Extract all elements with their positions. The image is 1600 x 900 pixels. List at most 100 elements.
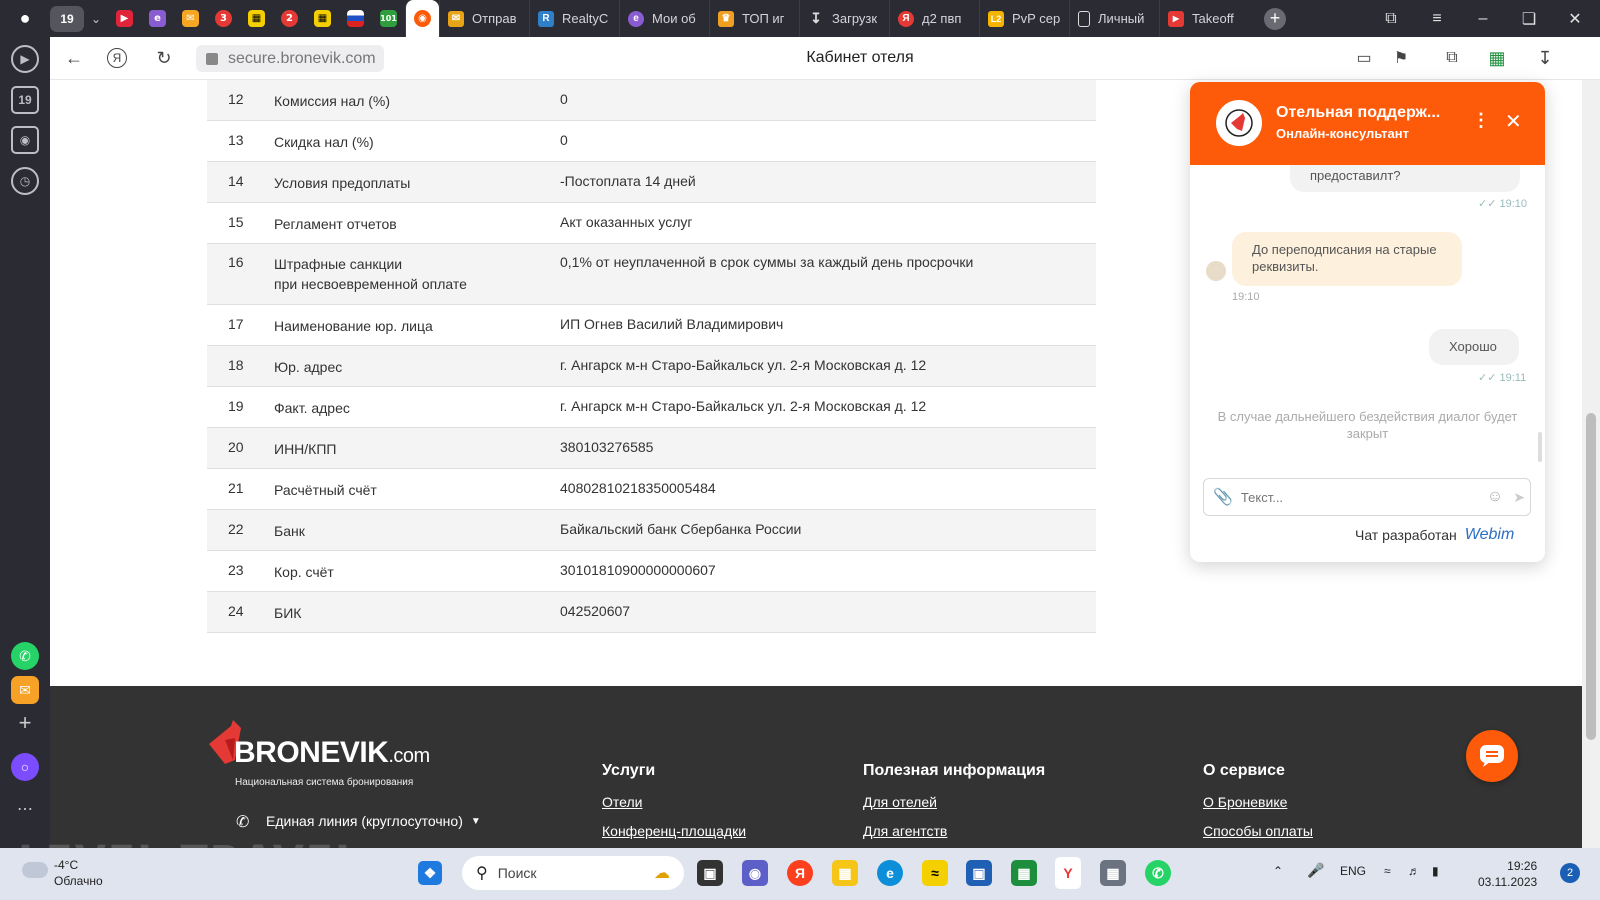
tab-8[interactable]: ▶ Takeoff	[1159, 0, 1249, 37]
extension-icon[interactable]: ▭	[1352, 46, 1376, 70]
app-icon[interactable]: ≈	[922, 860, 948, 886]
wifi-icon[interactable]: ≈	[1384, 864, 1391, 878]
chat-open-button[interactable]	[1466, 730, 1518, 782]
yandex-browser-icon[interactable]: Y	[1055, 857, 1081, 889]
camera-icon[interactable]: ◉	[11, 126, 39, 154]
youtube-icon: ▶	[1168, 10, 1184, 27]
alice-icon[interactable]: ○	[11, 753, 39, 781]
tab-1[interactable]: R RealtyC	[529, 0, 619, 37]
pinned-tab-yellow2[interactable]: ▦	[306, 0, 339, 37]
row-number: 21	[228, 480, 244, 496]
pinned-tab-2[interactable]: 2	[273, 0, 306, 37]
clock[interactable]: 19:26 03.11.2023	[1478, 858, 1537, 890]
pinned-tab-mail[interactable]: ✉	[174, 0, 207, 37]
reload-icon[interactable]: ↻	[152, 46, 176, 70]
row-label-line: Банк	[274, 523, 305, 539]
folder-icon[interactable]: ▦	[832, 860, 858, 886]
whatsapp-icon[interactable]: ✆	[11, 642, 39, 670]
tab-5[interactable]: Яд2 пвп	[889, 0, 979, 37]
store-icon[interactable]: ▣	[966, 860, 992, 886]
downloads-icon[interactable]: ↧	[1533, 46, 1557, 70]
webim-logo[interactable]: Webim	[1465, 526, 1515, 544]
tab-2[interactable]: e Мои об	[619, 0, 709, 37]
logo-text[interactable]: BRONEVIK.com	[234, 736, 430, 770]
pinned-tab-yellow[interactable]: ▦	[240, 0, 273, 37]
pinned-tab-3[interactable]: 3	[207, 0, 240, 37]
tab-3[interactable]: ♛ ТОП иг	[709, 0, 799, 37]
message-in: До переподписания на старые реквизиты.	[1232, 232, 1462, 286]
back-icon[interactable]: ←	[62, 46, 86, 70]
pinned-tab-e[interactable]: e	[141, 0, 174, 37]
footer-link[interactable]: Способы оплаты	[1203, 823, 1313, 839]
row-value: г. Ангарск м-н Старо-Байкальск ул. 2-я М…	[560, 357, 927, 373]
edge-icon[interactable]: e	[877, 860, 903, 886]
tab-6[interactable]: L2 PvP сер	[979, 0, 1069, 37]
emoji-icon[interactable]: ☺	[1487, 488, 1503, 506]
collections-icon[interactable]: ⧉	[1368, 0, 1414, 37]
add-icon[interactable]: +	[11, 709, 39, 737]
microphone-icon[interactable]: 🎤	[1307, 862, 1324, 879]
minimize-button[interactable]: –	[1460, 0, 1506, 37]
close-window-button[interactable]: ✕	[1552, 0, 1598, 37]
profile-icon[interactable]: ●	[0, 0, 50, 37]
bookmark-icon[interactable]: ⚑	[1389, 46, 1413, 70]
mail-icon[interactable]: ✉	[11, 676, 39, 704]
teams-icon[interactable]: ◉	[742, 860, 768, 886]
send-icon[interactable]: ➤	[1513, 489, 1525, 506]
tab-list-chevron-icon[interactable]: ⌄	[84, 12, 108, 26]
task-view-icon[interactable]: ▣	[697, 860, 723, 886]
tab-7[interactable]: Личный	[1069, 0, 1159, 37]
row-label-line: Наименование юр. лица	[274, 318, 433, 334]
sheets-icon[interactable]: ▦	[1011, 860, 1037, 886]
pinned-tab-flag[interactable]	[339, 0, 372, 37]
restore-button[interactable]: ❏	[1506, 0, 1552, 37]
tab-0[interactable]: ✉ Отправ	[439, 0, 529, 37]
tab-4[interactable]: ↧ Загрузк	[799, 0, 889, 37]
footer-link[interactable]: О Броневике	[1203, 794, 1313, 810]
chat-text-input[interactable]	[1240, 489, 1481, 505]
start-icon[interactable]: ❖	[418, 861, 442, 885]
footer-link[interactable]: Конференц-площадки	[602, 823, 746, 839]
phone-line-dropdown[interactable]: ✆ Единая линия (круглосуточно) ▼	[236, 812, 481, 831]
taskbar-search[interactable]: ⚲ Поиск ☁	[462, 856, 684, 890]
chat-messages[interactable]: предоставилт? ✓✓ 19:10 До переподписания…	[1190, 165, 1545, 463]
more-icon[interactable]: ⋯	[11, 795, 39, 823]
scrollbar-thumb[interactable]	[1586, 413, 1596, 740]
calendar-19-icon[interactable]: 19	[11, 86, 39, 114]
whatsapp-icon[interactable]: ✆	[1145, 860, 1171, 886]
chat-close-icon[interactable]: ✕	[1505, 109, 1522, 134]
chat-menu-icon[interactable]: ⋮	[1472, 110, 1490, 131]
url-field[interactable]: secure.bronevik.com	[196, 45, 384, 72]
menu-icon[interactable]: ≡	[1414, 0, 1460, 37]
page-scrollbar[interactable]	[1582, 80, 1600, 848]
row-value: Акт оказанных услуг	[560, 214, 693, 230]
footer-link[interactable]: Отели	[602, 794, 746, 810]
calculator-icon[interactable]: ▦	[1100, 860, 1126, 886]
sheets-icon[interactable]: ▦	[1485, 46, 1509, 70]
yandex-icon[interactable]: Я	[787, 860, 813, 886]
tab-active-bronevik[interactable]: ◉	[405, 0, 439, 37]
battery-icon[interactable]: ▮	[1432, 864, 1439, 878]
tray-chevron-icon[interactable]: ⌃	[1273, 864, 1283, 878]
chat-input-field[interactable]: 📎 ☺ ➤	[1203, 478, 1531, 516]
chat-scrollbar[interactable]	[1538, 432, 1542, 462]
collections-icon[interactable]: ⧉	[1440, 46, 1464, 70]
browser-sidebar: ▶ 19 ◉ ◷ ✆ ✉ + ○ ⋯	[0, 37, 50, 848]
row-label-line: Факт. адрес	[274, 400, 350, 416]
pinned-tab-video[interactable]: ▶	[108, 0, 141, 37]
new-tab-button[interactable]: +	[1264, 7, 1286, 30]
pinned-tab-101[interactable]: 101	[372, 0, 405, 37]
language-indicator[interactable]: ENG	[1340, 864, 1366, 878]
play-icon[interactable]: ▶	[11, 45, 39, 73]
attach-icon[interactable]: 📎	[1213, 487, 1233, 507]
row-label: Банк	[274, 521, 560, 550]
message-time: 19:10	[1232, 291, 1260, 303]
yandex-logo-icon[interactable]: Я	[107, 48, 127, 68]
row-value: Байкальский банк Сбербанка России	[560, 521, 802, 537]
footer-link[interactable]: Для отелей	[863, 794, 1045, 810]
footer-link[interactable]: Для агентств	[863, 823, 1045, 839]
volume-icon[interactable]: ♬	[1408, 864, 1420, 878]
tab-counter[interactable]: 19	[50, 5, 84, 32]
notification-badge[interactable]: 2	[1560, 863, 1580, 883]
history-icon[interactable]: ◷	[11, 167, 39, 195]
